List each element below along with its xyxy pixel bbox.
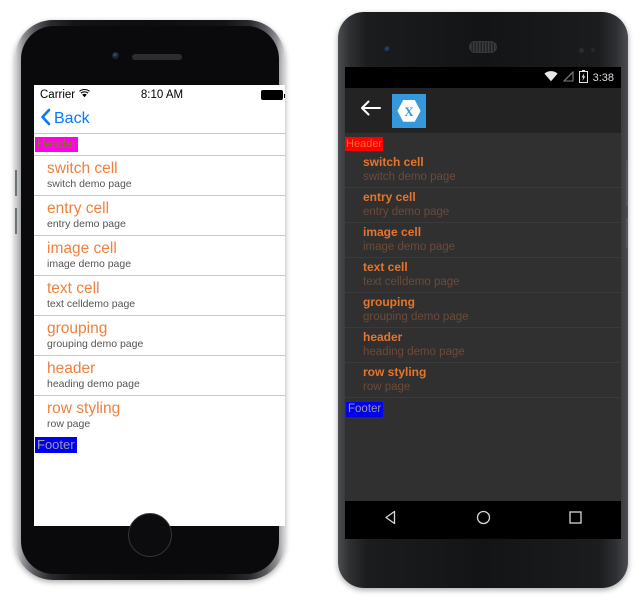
list-item[interactable]: image cell image demo page <box>34 236 285 276</box>
chevron-left-icon <box>40 108 51 131</box>
list-item-title: row styling <box>47 400 121 417</box>
iphone-volume-down-button[interactable] <box>15 208 17 234</box>
list-footer-label: Footer <box>35 437 77 453</box>
list-item[interactable]: header heading demo page <box>34 356 285 396</box>
list-item-title: grouping <box>47 320 108 337</box>
square-recents-icon[interactable] <box>567 509 584 531</box>
list-item-subtitle: entry demo page <box>363 206 450 218</box>
list-item-subtitle: heading demo page <box>47 378 140 390</box>
earpiece-speaker <box>469 41 497 53</box>
xamarin-logo-icon: X <box>392 93 426 128</box>
list-item-subtitle: image demo page <box>363 241 456 253</box>
screenshot-stage: Carrier 8:10 AM Back Header switch cell … <box>0 0 641 600</box>
list-item[interactable]: header heading demo page <box>345 328 621 363</box>
list-item-subtitle: text celldemo page <box>363 276 460 288</box>
list-item-subtitle: image demo page <box>47 258 132 270</box>
android-clock: 3:38 <box>592 71 614 84</box>
list-item[interactable]: row styling row page <box>34 396 285 435</box>
front-camera-icon <box>112 52 119 59</box>
android-screen: 3:38 X Header switch cell switch demo pa… <box>345 67 621 539</box>
list-item-subtitle: heading demo page <box>363 346 465 358</box>
front-camera-icon <box>384 46 391 53</box>
list-item-subtitle: row page <box>47 418 91 430</box>
list-item-subtitle: grouping demo page <box>47 338 144 350</box>
android-navigation-bar <box>345 501 621 539</box>
android-volume-button[interactable] <box>626 160 628 206</box>
list-item-title: text cell <box>363 260 408 274</box>
iphone-device-frame: Carrier 8:10 AM Back Header switch cell … <box>15 20 285 580</box>
iphone-volume-up-button[interactable] <box>15 170 17 196</box>
list-item-title: grouping <box>363 295 415 309</box>
list-item[interactable]: entry cell entry demo page <box>34 196 285 236</box>
light-sensor-icon <box>591 48 595 52</box>
list-item-title: switch cell <box>363 155 424 169</box>
list-item-subtitle: row page <box>363 381 411 393</box>
ios-clock: 8:10 AM <box>140 89 184 101</box>
list-header: Header <box>34 134 285 156</box>
list-item-subtitle: entry demo page <box>47 218 126 230</box>
list-item-title: entry cell <box>363 190 416 204</box>
back-button[interactable]: Back <box>40 108 90 131</box>
battery-icon <box>261 90 285 100</box>
list-item[interactable]: grouping grouping demo page <box>34 316 285 356</box>
list-footer-label: Footer <box>346 402 384 417</box>
list-item-title: switch cell <box>47 160 118 177</box>
list-item[interactable]: switch cell switch demo page <box>34 156 285 196</box>
wifi-icon <box>543 70 558 85</box>
android-list-view[interactable]: Header switch cell switch demo page entr… <box>345 133 621 418</box>
list-item-title: text cell <box>47 280 100 297</box>
list-item[interactable]: entry cell entry demo page <box>345 188 621 223</box>
list-item-title: image cell <box>47 240 117 257</box>
list-item[interactable]: text cell text celldemo page <box>345 258 621 293</box>
circle-home-icon[interactable] <box>475 509 492 531</box>
list-item[interactable]: text cell text celldemo page <box>34 276 285 316</box>
list-footer: Footer <box>34 435 285 456</box>
list-header: Header <box>345 133 621 153</box>
ios-navigation-bar: Back <box>34 105 285 134</box>
ios-screen: Carrier 8:10 AM Back Header switch cell … <box>34 85 285 526</box>
android-status-bar: 3:38 <box>345 67 621 88</box>
proximity-sensor-icon <box>579 48 584 53</box>
android-power-button[interactable] <box>626 218 628 248</box>
list-header-label: Header <box>345 137 384 151</box>
svg-text:X: X <box>404 104 414 119</box>
list-item-title: header <box>47 360 96 377</box>
list-item-subtitle: grouping demo page <box>363 311 469 323</box>
signal-icon <box>562 70 574 85</box>
ios-list-view[interactable]: Header switch cell switch demo page entr… <box>34 134 285 456</box>
iphone-bezel: Carrier 8:10 AM Back Header switch cell … <box>21 26 285 574</box>
list-item-title: row styling <box>363 365 427 379</box>
list-header-label: Header <box>35 137 79 152</box>
ios-status-bar: Carrier 8:10 AM <box>34 85 285 105</box>
list-item[interactable]: switch cell switch demo page <box>345 153 621 188</box>
list-item-subtitle: switch demo page <box>47 178 132 190</box>
battery-charging-icon <box>578 69 588 86</box>
list-item-subtitle: switch demo page <box>363 171 456 183</box>
list-item-title: image cell <box>363 225 422 239</box>
list-item[interactable]: row styling row page <box>345 363 621 398</box>
android-app-bar: X <box>345 88 621 133</box>
list-item[interactable]: image cell image demo page <box>345 223 621 258</box>
earpiece-speaker <box>132 54 182 60</box>
triangle-back-icon[interactable] <box>383 509 400 531</box>
arrow-left-icon[interactable] <box>360 100 381 121</box>
list-footer: Footer <box>345 398 621 418</box>
list-item-title: entry cell <box>47 200 110 217</box>
back-button-label: Back <box>54 110 90 127</box>
list-item-title: header <box>363 330 403 344</box>
android-device-frame: 3:38 X Header switch cell switch demo pa… <box>338 12 628 588</box>
home-button[interactable] <box>128 513 172 557</box>
list-item-subtitle: text celldemo page <box>47 298 136 310</box>
list-item[interactable]: grouping grouping demo page <box>345 293 621 328</box>
